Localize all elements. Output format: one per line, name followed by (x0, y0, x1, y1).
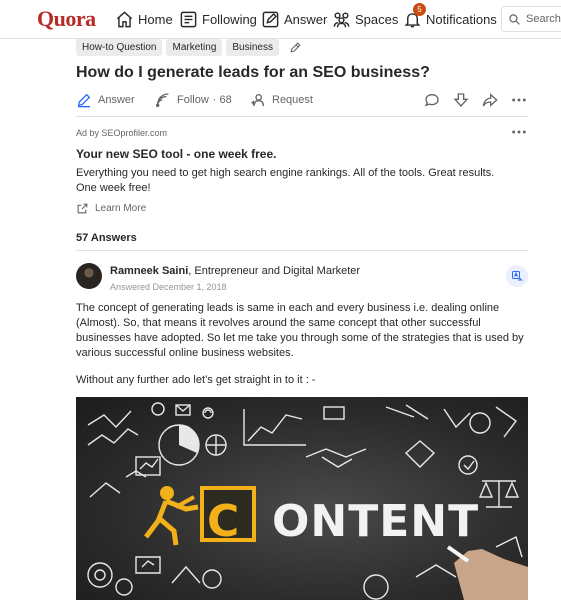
search-icon (509, 13, 520, 25)
learn-more-label: Learn More (95, 203, 147, 214)
more-options-icon[interactable] (511, 92, 527, 108)
author-credential: , Entrepreneur and Digital Marketer (188, 265, 361, 277)
answer-paragraph: The concept of generating leads is same … (76, 302, 524, 359)
external-link-icon (77, 203, 88, 214)
translate-button[interactable] (506, 265, 528, 287)
answers-count: 57 Answers (76, 232, 137, 244)
request-button[interactable]: Request (250, 90, 313, 110)
question-title[interactable]: How do I generate leads for an SEO busin… (76, 64, 536, 82)
divider (76, 250, 528, 251)
content-chalkboard-image[interactable]: C ONTENT (76, 397, 528, 600)
topic-chip-how-to-question[interactable]: How-to Question (76, 39, 163, 56)
nav-answer[interactable]: Answer (261, 8, 327, 30)
request-button-label: Request (272, 94, 313, 106)
share-icon[interactable] (482, 92, 498, 108)
author-line: Ramneek Saini, Entrepreneur and Digital … (110, 265, 360, 277)
nav-spaces[interactable]: Spaces (332, 8, 398, 30)
edit-topics-pencil-icon[interactable] (289, 41, 302, 54)
divider (76, 116, 528, 117)
top-navigation-bar: Quora Home Following Answer Spaces Notif… (0, 0, 561, 39)
nav-home[interactable]: Home (115, 8, 173, 30)
home-icon (116, 10, 133, 27)
nav-answer-label: Answer (284, 11, 328, 27)
topic-chip-marketing[interactable]: Marketing (166, 39, 223, 56)
answer-button[interactable]: Answer (76, 90, 135, 110)
answer-date[interactable]: Answered December 1, 2018 (110, 282, 227, 292)
nav-notifications-label: Notifications (426, 11, 497, 27)
ad-attribution[interactable]: Ad by SEOprofiler.com (76, 128, 167, 138)
following-icon (180, 11, 197, 27)
follow-button-label: Follow (177, 94, 209, 106)
search-input[interactable]: Search Quora (501, 6, 561, 32)
comment-icon[interactable] (424, 92, 440, 108)
answer-button-label: Answer (98, 94, 135, 106)
follow-icon (156, 93, 169, 107)
ad-title[interactable]: Your new SEO tool - one week free. (76, 147, 276, 161)
question-actions: Answer Follow · 68 Request (76, 90, 528, 110)
author-avatar[interactable] (76, 263, 102, 289)
content-letter-c: C (207, 496, 240, 547)
answer-pencil-icon (77, 93, 91, 108)
answer-icon (262, 11, 279, 27)
answer-paragraph: Without any further ado let’s get straig… (76, 374, 316, 386)
author-name[interactable]: Ramneek Saini (110, 265, 188, 277)
topic-chip-business[interactable]: Business (226, 39, 279, 56)
follow-button[interactable]: Follow · 68 (155, 90, 232, 110)
ad-body: Everything you need to get high search e… (76, 167, 495, 194)
ad-more-options-icon[interactable] (511, 126, 527, 138)
learn-more-link[interactable]: Learn More (76, 202, 146, 215)
quora-logo[interactable]: Quora (37, 6, 96, 32)
nav-home-label: Home (138, 11, 173, 27)
nav-spaces-label: Spaces (355, 11, 399, 27)
notification-count-badge: 5 (413, 3, 426, 16)
topic-chips: How-to Question Marketing Business (76, 39, 302, 56)
nav-following-label: Following (202, 11, 257, 27)
search-placeholder: Search Quora (526, 13, 561, 25)
nav-following[interactable]: Following (179, 8, 257, 30)
follow-count: · 68 (212, 94, 232, 106)
spaces-icon (333, 11, 350, 27)
request-icon (251, 94, 264, 107)
content-word: ONTENT (272, 496, 480, 547)
downvote-icon[interactable] (453, 92, 469, 108)
translate-icon (512, 271, 523, 281)
